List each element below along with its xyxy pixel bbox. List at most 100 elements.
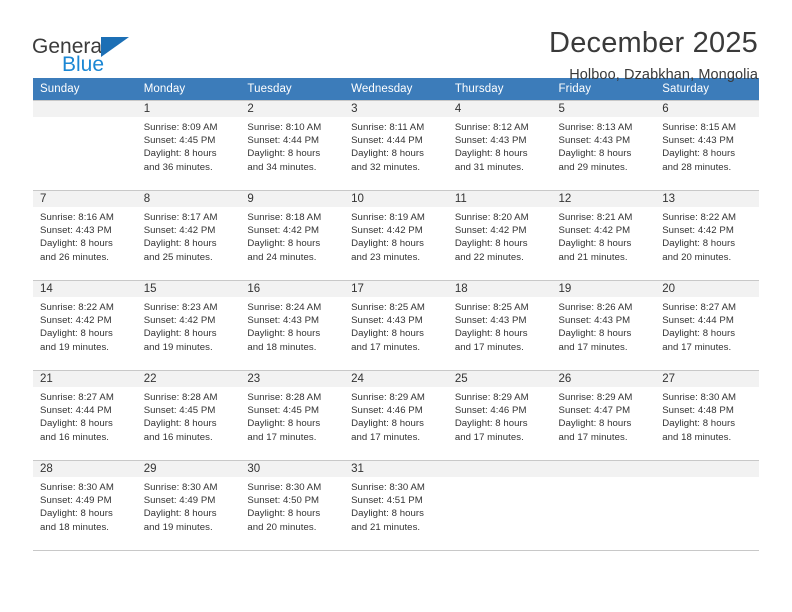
sunset-text: Sunset: 4:42 PM [454, 225, 527, 237]
daylight-text-line1: Daylight: 8 hours [143, 238, 217, 250]
calendar-week-row: 7 Sunrise: 8:16 AM Sunset: 4:43 PM Daylight… [33, 190, 759, 280]
daylight-text-line1: Daylight: 8 hours [143, 328, 217, 340]
daylight-text-line1: Daylight: 8 hours [143, 508, 217, 520]
daylight-text-line2: and 26 minutes. [40, 251, 110, 263]
sunrise-text: Sunrise: 8:09 AM [143, 122, 218, 133]
daylight-text-line2: and 17 minutes. [454, 341, 524, 353]
brand-logo[interactable]: General Blue [32, 28, 129, 75]
sunset-text: Sunset: 4:47 PM [558, 405, 631, 417]
sunrise-text: Sunrise: 8:28 AM [143, 392, 218, 403]
calendar-day-cell[interactable]: 5 Sunrise: 8:13 AM Sunset: 4:43 PM Daylight… [551, 100, 656, 190]
day-number: 21 [33, 370, 137, 387]
calendar-day-cell[interactable]: 4 Sunrise: 8:12 AM Sunset: 4:43 PM Daylight… [447, 100, 552, 190]
calendar-day-cell[interactable]: 25 Sunrise: 8:29 AM Sunset: 4:46 PM Dayligh… [447, 370, 552, 460]
day-details: Sunrise: 8:22 AM Sunset: 4:42 PM Daylight:… [33, 297, 137, 354]
calendar-day-cell[interactable]: 27 Sunrise: 8:30 AM Sunset: 4:48 PM Dayligh… [655, 370, 759, 460]
sunrise-text: Sunrise: 8:13 AM [558, 122, 633, 133]
sunrise-text: Sunrise: 8:16 AM [40, 212, 114, 223]
daylight-text-line1: Daylight: 8 hours [662, 328, 736, 340]
calendar-day-cell[interactable]: 3 Sunrise: 8:11 AM Sunset: 4:44 PM Daylight… [344, 100, 448, 190]
sunset-text: Sunset: 4:43 PM [558, 315, 631, 327]
day-number: 7 [33, 190, 137, 207]
calendar-day-cell[interactable]: 6 Sunrise: 8:15 AM Sunset: 4:43 PM Daylight… [655, 100, 759, 190]
day-details: Sunrise: 8:25 AM Sunset: 4:43 PM Daylight:… [448, 297, 552, 354]
calendar-day-cell[interactable]: 30 Sunrise: 8:30 AM Sunset: 4:50 PM Dayligh… [240, 460, 345, 550]
calendar-day-cell[interactable]: 14 Sunrise: 8:22 AM Sunset: 4:42 PM Dayligh… [33, 280, 137, 370]
calendar-week-row: 14 Sunrise: 8:22 AM Sunset: 4:42 PM Dayligh… [33, 280, 759, 370]
daylight-text-line1: Daylight: 8 hours [143, 148, 217, 160]
sunset-text: Sunset: 4:44 PM [662, 315, 734, 327]
sunrise-text: Sunrise: 8:29 AM [558, 392, 633, 403]
daylight-text-line2: and 17 minutes. [558, 341, 628, 353]
weekday-header-wednesday: Wednesday [344, 78, 448, 100]
sunrise-text: Sunrise: 8:30 AM [40, 482, 114, 493]
calendar-day-cell[interactable]: 19 Sunrise: 8:26 AM Sunset: 4:43 PM Dayligh… [551, 280, 656, 370]
day-details: Sunrise: 8:30 AM Sunset: 4:50 PM Daylight:… [240, 477, 344, 534]
calendar-day-cell[interactable]: 9 Sunrise: 8:18 AM Sunset: 4:42 PM Daylight… [240, 190, 345, 280]
calendar-week-row: 1 Sunrise: 8:09 AM Sunset: 4:45 PM Daylight… [33, 100, 759, 190]
calendar-day-cell[interactable]: 26 Sunrise: 8:29 AM Sunset: 4:47 PM Dayligh… [551, 370, 656, 460]
calendar-day-cell[interactable]: 10 Sunrise: 8:19 AM Sunset: 4:42 PM Dayligh… [344, 190, 448, 280]
daylight-text-line1: Daylight: 8 hours [247, 328, 321, 340]
day-details: Sunrise: 8:26 AM Sunset: 4:43 PM Daylight:… [552, 297, 656, 354]
daylight-text-line1: Daylight: 8 hours [247, 418, 321, 430]
sunset-text: Sunset: 4:43 PM [40, 225, 112, 237]
calendar-day-cell[interactable]: 31 Sunrise: 8:30 AM Sunset: 4:51 PM Dayligh… [344, 460, 448, 550]
sunrise-text: Sunrise: 8:30 AM [143, 482, 218, 493]
sunset-text: Sunset: 4:48 PM [662, 405, 734, 417]
day-number: 5 [551, 100, 656, 117]
sunset-text: Sunset: 4:42 PM [143, 225, 216, 237]
daylight-text-line1: Daylight: 8 hours [247, 148, 321, 160]
daylight-text-line1: Daylight: 8 hours [662, 238, 736, 250]
calendar-day-cell[interactable]: 17 Sunrise: 8:25 AM Sunset: 4:43 PM Dayligh… [344, 280, 448, 370]
sunrise-text: Sunrise: 8:28 AM [247, 392, 322, 403]
day-number: 17 [344, 280, 448, 297]
sunset-text: Sunset: 4:42 PM [40, 315, 112, 327]
calendar-day-cell[interactable]: 28 Sunrise: 8:30 AM Sunset: 4:49 PM Dayligh… [33, 460, 137, 550]
day-number: 25 [447, 370, 552, 387]
sunset-text: Sunset: 4:45 PM [143, 405, 216, 417]
sunset-text: Sunset: 4:43 PM [454, 135, 527, 147]
day-number: 29 [136, 460, 241, 477]
calendar-day-cell[interactable]: 18 Sunrise: 8:25 AM Sunset: 4:43 PM Dayligh… [447, 280, 552, 370]
daylight-text-line1: Daylight: 8 hours [558, 418, 632, 430]
calendar-day-cell[interactable]: 21 Sunrise: 8:27 AM Sunset: 4:44 PM Dayligh… [33, 370, 137, 460]
day-details: Sunrise: 8:28 AM Sunset: 4:45 PM Daylight:… [137, 387, 241, 444]
sunrise-text: Sunrise: 8:30 AM [351, 482, 425, 493]
daylight-text-line2: and 36 minutes. [143, 161, 213, 173]
sunrise-text: Sunrise: 8:30 AM [662, 392, 737, 403]
sunrise-text: Sunrise: 8:24 AM [247, 302, 322, 313]
sunrise-text: Sunrise: 8:18 AM [247, 212, 322, 223]
calendar-day-cell[interactable]: 7 Sunrise: 8:16 AM Sunset: 4:43 PM Daylight… [33, 190, 137, 280]
calendar-day-cell[interactable]: 20 Sunrise: 8:27 AM Sunset: 4:44 PM Dayligh… [655, 280, 759, 370]
day-details: Sunrise: 8:23 AM Sunset: 4:42 PM Daylight:… [137, 297, 241, 354]
calendar-day-cell[interactable]: 1 Sunrise: 8:09 AM Sunset: 4:45 PM Daylight… [136, 100, 241, 190]
daylight-text-line1: Daylight: 8 hours [40, 508, 113, 520]
calendar-day-cell[interactable]: 16 Sunrise: 8:24 AM Sunset: 4:43 PM Dayligh… [240, 280, 345, 370]
calendar-day-cell[interactable]: 24 Sunrise: 8:29 AM Sunset: 4:46 PM Dayligh… [344, 370, 448, 460]
day-number-blank [655, 460, 759, 477]
calendar-wrapper: Sunday Monday Tuesday Wednesday Thursday Frid… [0, 78, 792, 551]
daylight-text-line2: and 18 minutes. [40, 521, 110, 533]
calendar-day-cell[interactable]: 29 Sunrise: 8:30 AM Sunset: 4:49 PM Dayligh… [136, 460, 241, 550]
calendar-day-cell[interactable]: 8 Sunrise: 8:17 AM Sunset: 4:42 PM Daylight… [136, 190, 241, 280]
daylight-text-line1: Daylight: 8 hours [662, 148, 736, 160]
day-number: 20 [655, 280, 759, 297]
sunset-text: Sunset: 4:42 PM [247, 225, 320, 237]
daylight-text-line2: and 20 minutes. [247, 521, 317, 533]
day-details: Sunrise: 8:09 AM Sunset: 4:45 PM Daylight:… [137, 117, 241, 174]
day-details: Sunrise: 8:11 AM Sunset: 4:44 PM Daylight:… [344, 117, 448, 174]
daylight-text-line2: and 24 minutes. [247, 251, 317, 263]
calendar-day-cell[interactable]: 22 Sunrise: 8:28 AM Sunset: 4:45 PM Dayligh… [136, 370, 241, 460]
sunset-text: Sunset: 4:42 PM [143, 315, 216, 327]
day-number-blank [33, 100, 137, 117]
calendar-day-cell[interactable]: 11 Sunrise: 8:20 AM Sunset: 4:42 PM Dayligh… [447, 190, 552, 280]
daylight-text-line1: Daylight: 8 hours [662, 418, 736, 430]
calendar-day-cell[interactable]: 23 Sunrise: 8:28 AM Sunset: 4:45 PM Dayligh… [240, 370, 345, 460]
calendar-day-cell[interactable]: 15 Sunrise: 8:23 AM Sunset: 4:42 PM Dayligh… [136, 280, 241, 370]
calendar-day-cell[interactable]: 2 Sunrise: 8:10 AM Sunset: 4:44 PM Daylight… [240, 100, 345, 190]
calendar-cell-empty [551, 460, 656, 550]
calendar-day-cell[interactable]: 13 Sunrise: 8:22 AM Sunset: 4:42 PM Dayligh… [655, 190, 759, 280]
calendar-day-cell[interactable]: 12 Sunrise: 8:21 AM Sunset: 4:42 PM Dayligh… [551, 190, 656, 280]
day-number: 4 [447, 100, 552, 117]
